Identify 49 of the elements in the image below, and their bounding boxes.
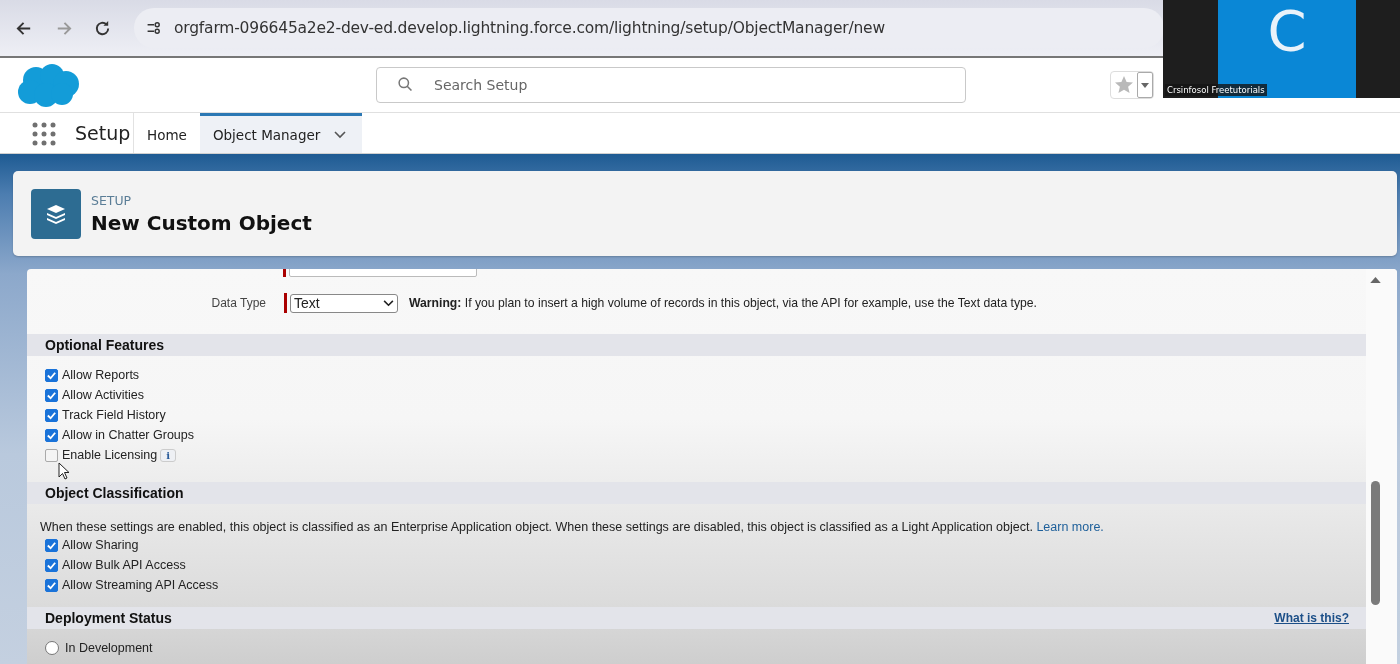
layers-icon <box>31 188 81 239</box>
breadcrumb-label: SETUP <box>91 192 133 208</box>
search-field[interactable]: Search Setup <box>376 67 966 103</box>
section-title: Object Classification <box>45 485 184 501</box>
option-label: Allow Reports <box>62 368 140 382</box>
section-title: Optional Features <box>45 337 165 353</box>
checkbox[interactable] <box>45 408 58 422</box>
caret-icon[interactable] <box>1137 72 1153 98</box>
page-title: New Custom Object <box>91 210 312 235</box>
site-info-icon[interactable] <box>146 20 162 36</box>
option-label: Allow Bulk API Access <box>62 558 186 572</box>
nav-tab[interactable]: Home <box>134 113 200 153</box>
nav-tab[interactable]: Object Manager <box>199 113 363 153</box>
option-label: Enable Licensing <box>62 448 158 462</box>
search-icon <box>397 76 414 93</box>
radio-button[interactable] <box>45 641 59 655</box>
participant-name: Crsinfosol Freetutorials <box>1165 84 1267 96</box>
scroll-up-icon[interactable] <box>1370 276 1381 283</box>
checkbox[interactable] <box>45 578 58 592</box>
app-name: Setup <box>75 122 132 144</box>
warning-text: Warning: If you plan to insert a high volume of records in this object, via the API for example, use the Text data type. <box>409 296 1037 310</box>
data-type-dropdown[interactable]: Text <box>290 293 398 313</box>
option-label: In Development <box>65 641 153 655</box>
option-label: Track Field History <box>62 408 166 422</box>
checkbox[interactable] <box>45 368 58 382</box>
option-label: Allow in Chatter Groups <box>62 428 194 442</box>
scrollbar[interactable] <box>1366 269 1397 664</box>
checkbox[interactable] <box>45 428 58 442</box>
checkbox[interactable] <box>45 558 58 572</box>
url-text: orgfarm-096645a2e2-dev-ed.develop.lightning.force.com/lightning/setup/ObjectManager/new <box>174 19 885 37</box>
section-title: Deployment Status <box>45 610 172 626</box>
learn-more-link[interactable]: Learn more. <box>1036 520 1104 534</box>
option-label: Allow Streaming API Access <box>62 578 219 592</box>
checkbox[interactable] <box>45 388 58 402</box>
chevron-icon[interactable] <box>334 130 347 139</box>
field-label: Data Type <box>210 296 266 310</box>
star-icon <box>1114 75 1134 95</box>
option-label: Allow Sharing <box>62 538 139 552</box>
cloud-logo[interactable] <box>16 62 80 108</box>
checkbox[interactable] <box>45 538 58 552</box>
app-launcher-icon[interactable] <box>32 122 56 146</box>
scroll-thumb[interactable] <box>1371 481 1380 605</box>
chevron-icon <box>383 299 394 307</box>
description-text: When these settings are enabled, this object is classified as an Enterprise Application object. When these settings are disabled, this object is classified as a Light Application object. Learn more. <box>40 520 1105 534</box>
option-label: Allow Activities <box>62 388 144 402</box>
mouse-cursor-icon <box>58 462 70 480</box>
checkbox[interactable] <box>45 448 58 462</box>
info-button[interactable]: i <box>160 448 177 462</box>
help-link[interactable]: What is this? <box>1274 611 1349 625</box>
